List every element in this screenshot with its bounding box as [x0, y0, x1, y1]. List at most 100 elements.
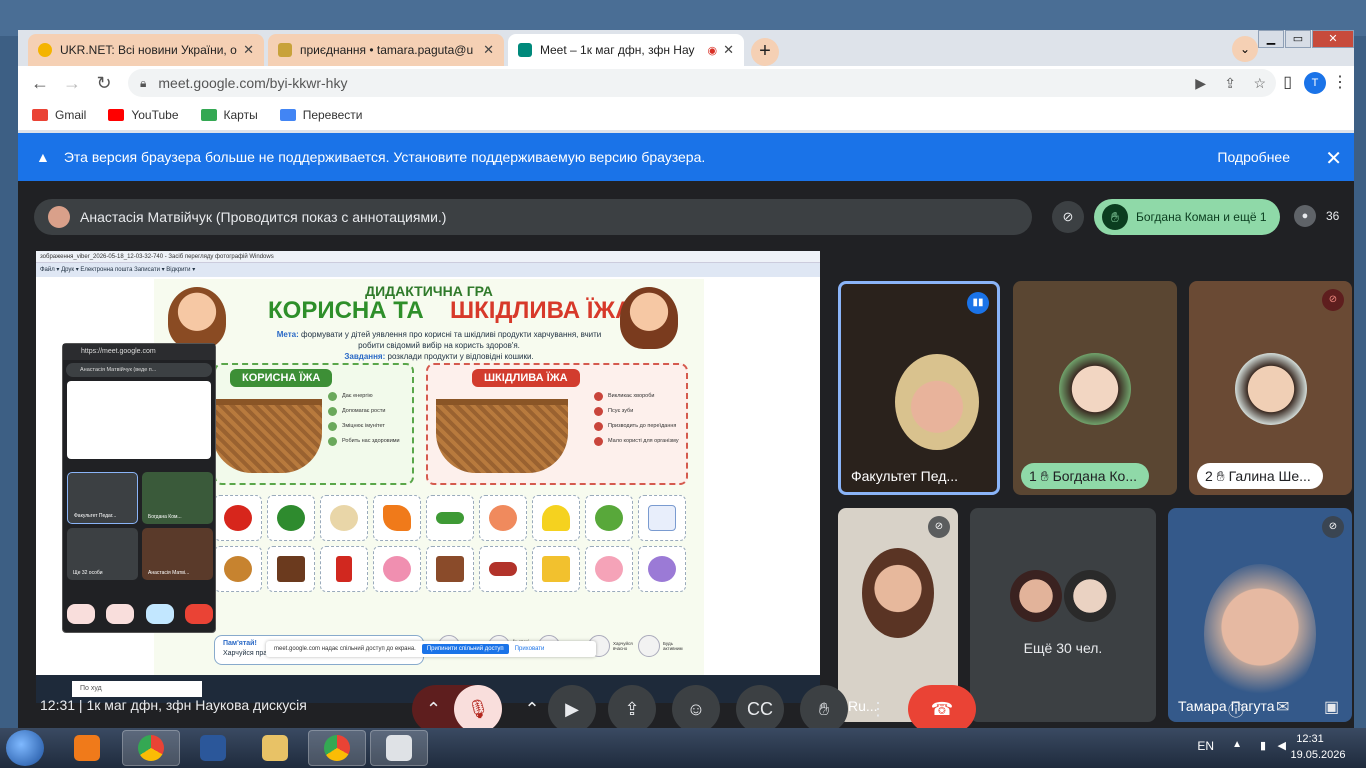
activities-icon[interactable]: ▣: [1324, 697, 1339, 717]
icecream-card[interactable]: [585, 546, 633, 592]
fries-card[interactable]: [532, 546, 580, 592]
carrot-card[interactable]: [373, 495, 421, 541]
speaking-indicator-icon: ▮▮: [967, 292, 989, 314]
raised-hands-chip[interactable]: ✋︎ Богдана Коман и ещё 1: [1094, 199, 1280, 235]
pip-present-button[interactable]: [145, 604, 174, 624]
bookmark-youtube[interactable]: YouTube: [108, 108, 179, 122]
tab-ukrnet[interactable]: UKR.NET: Всі новини України, ос ✕: [28, 34, 264, 66]
clock-date[interactable]: 19.05.2026: [1280, 749, 1356, 761]
more-participants-label: Ещё 30 чел.: [1023, 640, 1103, 656]
maximize-button[interactable]: ▭: [1285, 30, 1311, 48]
tray-arrow-icon[interactable]: ▲: [1232, 739, 1242, 750]
banana-card[interactable]: [532, 495, 580, 541]
bookmark-maps[interactable]: Карты: [200, 108, 258, 122]
mic-off-icon: ⊘: [1322, 516, 1344, 538]
taskbar-chrome[interactable]: [122, 730, 180, 766]
candy-card[interactable]: [638, 546, 686, 592]
close-tab-icon[interactable]: ✕: [723, 42, 734, 58]
tab-meet[interactable]: Meet – 1к маг дфн, зфн Нау ◉ ✕: [508, 34, 744, 66]
recording-icon: ◉: [707, 44, 718, 57]
participants-count[interactable]: ● 36: [1294, 205, 1339, 227]
tab-mail[interactable]: приєднання • tamara.paguta@u ✕: [268, 34, 504, 66]
menu-kebab-icon[interactable]: ⋮: [1332, 72, 1348, 92]
url-text: meet.google.com/byi-kkwr-hky: [158, 75, 348, 91]
start-button[interactable]: [6, 730, 44, 766]
participant-tile[interactable]: ▮▮ Факультет Пед...: [838, 281, 1000, 495]
bookmark-translate[interactable]: Перевести: [279, 108, 362, 122]
no-video-icon[interactable]: ⊘: [1052, 201, 1084, 233]
video-options-button[interactable]: ⌃: [512, 685, 552, 733]
poster-title-bad: ШКІДЛИВА ЇЖА: [450, 297, 633, 324]
raise-hand-button[interactable]: ✋︎: [800, 685, 848, 733]
bookmark-gmail[interactable]: Gmail: [32, 108, 86, 122]
taskbar-word[interactable]: [184, 730, 242, 766]
broccoli-card[interactable]: [267, 495, 315, 541]
donut-card[interactable]: [373, 546, 421, 592]
taskbar-media-player[interactable]: [58, 730, 116, 766]
picture-in-picture-window[interactable]: https://meet.google.com Анастасія Матвій…: [62, 343, 216, 633]
language-indicator[interactable]: EN: [1197, 739, 1214, 753]
sausage-card[interactable]: [479, 546, 527, 592]
candy-icon: [648, 556, 676, 582]
taskbar-photo-viewer[interactable]: [370, 730, 428, 766]
minimize-button[interactable]: ▁: [1258, 30, 1284, 48]
profile-avatar[interactable]: T: [1304, 72, 1326, 94]
banner-more-link[interactable]: Подробнее: [1217, 149, 1290, 165]
window-close-button[interactable]: ✕: [1312, 30, 1354, 48]
captions-button[interactable]: CC: [736, 685, 784, 733]
new-tab-button[interactable]: +: [751, 38, 779, 66]
presenting-chip[interactable]: Анастасія Матвійчук (Проводится показ с …: [34, 199, 1032, 235]
yogurt-card[interactable]: [638, 495, 686, 541]
presenter-avatar: [48, 206, 70, 228]
chocolate-card[interactable]: [267, 546, 315, 592]
burger-card[interactable]: [214, 546, 262, 592]
salad-card[interactable]: [585, 495, 633, 541]
close-tab-icon[interactable]: ✕: [483, 42, 494, 58]
soda-card[interactable]: [320, 546, 368, 592]
share-icon[interactable]: ⇪: [1224, 75, 1236, 92]
participant-tile[interactable]: ⊘ 2 ✋︎ Галина Ше...: [1189, 281, 1352, 495]
present-button[interactable]: ⇪: [608, 685, 656, 733]
reactions-button[interactable]: ☺: [672, 685, 720, 733]
apple-card[interactable]: [214, 495, 262, 541]
network-icon[interactable]: ▮: [1260, 739, 1266, 752]
pip-tile: Богдана Ком...: [142, 472, 213, 524]
tab-search-icon[interactable]: ⌄: [1232, 36, 1258, 62]
stop-sharing-button[interactable]: Припинити спільний доступ: [421, 644, 509, 654]
taskbar-chrome-2[interactable]: [308, 730, 366, 766]
camera-icon[interactable]: ▶: [1195, 75, 1206, 92]
pip-shared-preview: [67, 381, 211, 459]
taskbar-explorer[interactable]: [246, 730, 304, 766]
pip-mic-button[interactable]: [67, 604, 95, 624]
pip-tile-name: Богдана Ком...: [148, 514, 182, 520]
pip-tile-name: Анастасія Матві...: [148, 570, 190, 576]
icecream-icon: [595, 556, 623, 582]
back-arrow-icon[interactable]: ←: [28, 72, 52, 94]
camera-toggle-button[interactable]: ▶: [548, 685, 596, 733]
forward-arrow-icon[interactable]: →: [60, 72, 84, 94]
salmon-card[interactable]: [479, 495, 527, 541]
participant-tile[interactable]: 1 ✋︎ Богдана Ко...: [1013, 281, 1177, 495]
banner-close-icon[interactable]: ✕: [1325, 146, 1342, 171]
clock-time[interactable]: 12:31: [1280, 733, 1340, 745]
mic-off-icon: ⊘: [1322, 289, 1344, 311]
reload-icon[interactable]: ↻: [92, 72, 116, 94]
more-options-button[interactable]: ⋮: [858, 685, 898, 733]
cake-card[interactable]: [426, 546, 474, 592]
pip-camera-button[interactable]: [106, 604, 135, 624]
info-icon[interactable]: ⓘ: [1228, 697, 1244, 721]
porridge-card[interactable]: [320, 495, 368, 541]
close-tab-icon[interactable]: ✕: [243, 42, 254, 58]
ukrnet-favicon-icon: [38, 43, 52, 57]
warning-icon: ▲: [36, 149, 50, 165]
mic-toggle-button[interactable]: 🎙︎: [454, 685, 502, 733]
share-notice-text: meet.google.com надає спільний доступ до…: [274, 646, 416, 652]
hide-link[interactable]: Приховати: [515, 646, 545, 652]
cucumber-card[interactable]: [426, 495, 474, 541]
sidepanel-icon[interactable]: ▯: [1283, 72, 1292, 92]
bookmark-star-icon[interactable]: ☆: [1253, 75, 1266, 92]
leave-call-button[interactable]: ☎: [908, 685, 976, 733]
address-bar[interactable]: 🔒︎ meet.google.com/byi-kkwr-hky ▶ ⇪ ☆: [128, 69, 1276, 97]
chat-icon[interactable]: ✉: [1276, 697, 1289, 717]
pip-leave-button[interactable]: [184, 604, 213, 624]
